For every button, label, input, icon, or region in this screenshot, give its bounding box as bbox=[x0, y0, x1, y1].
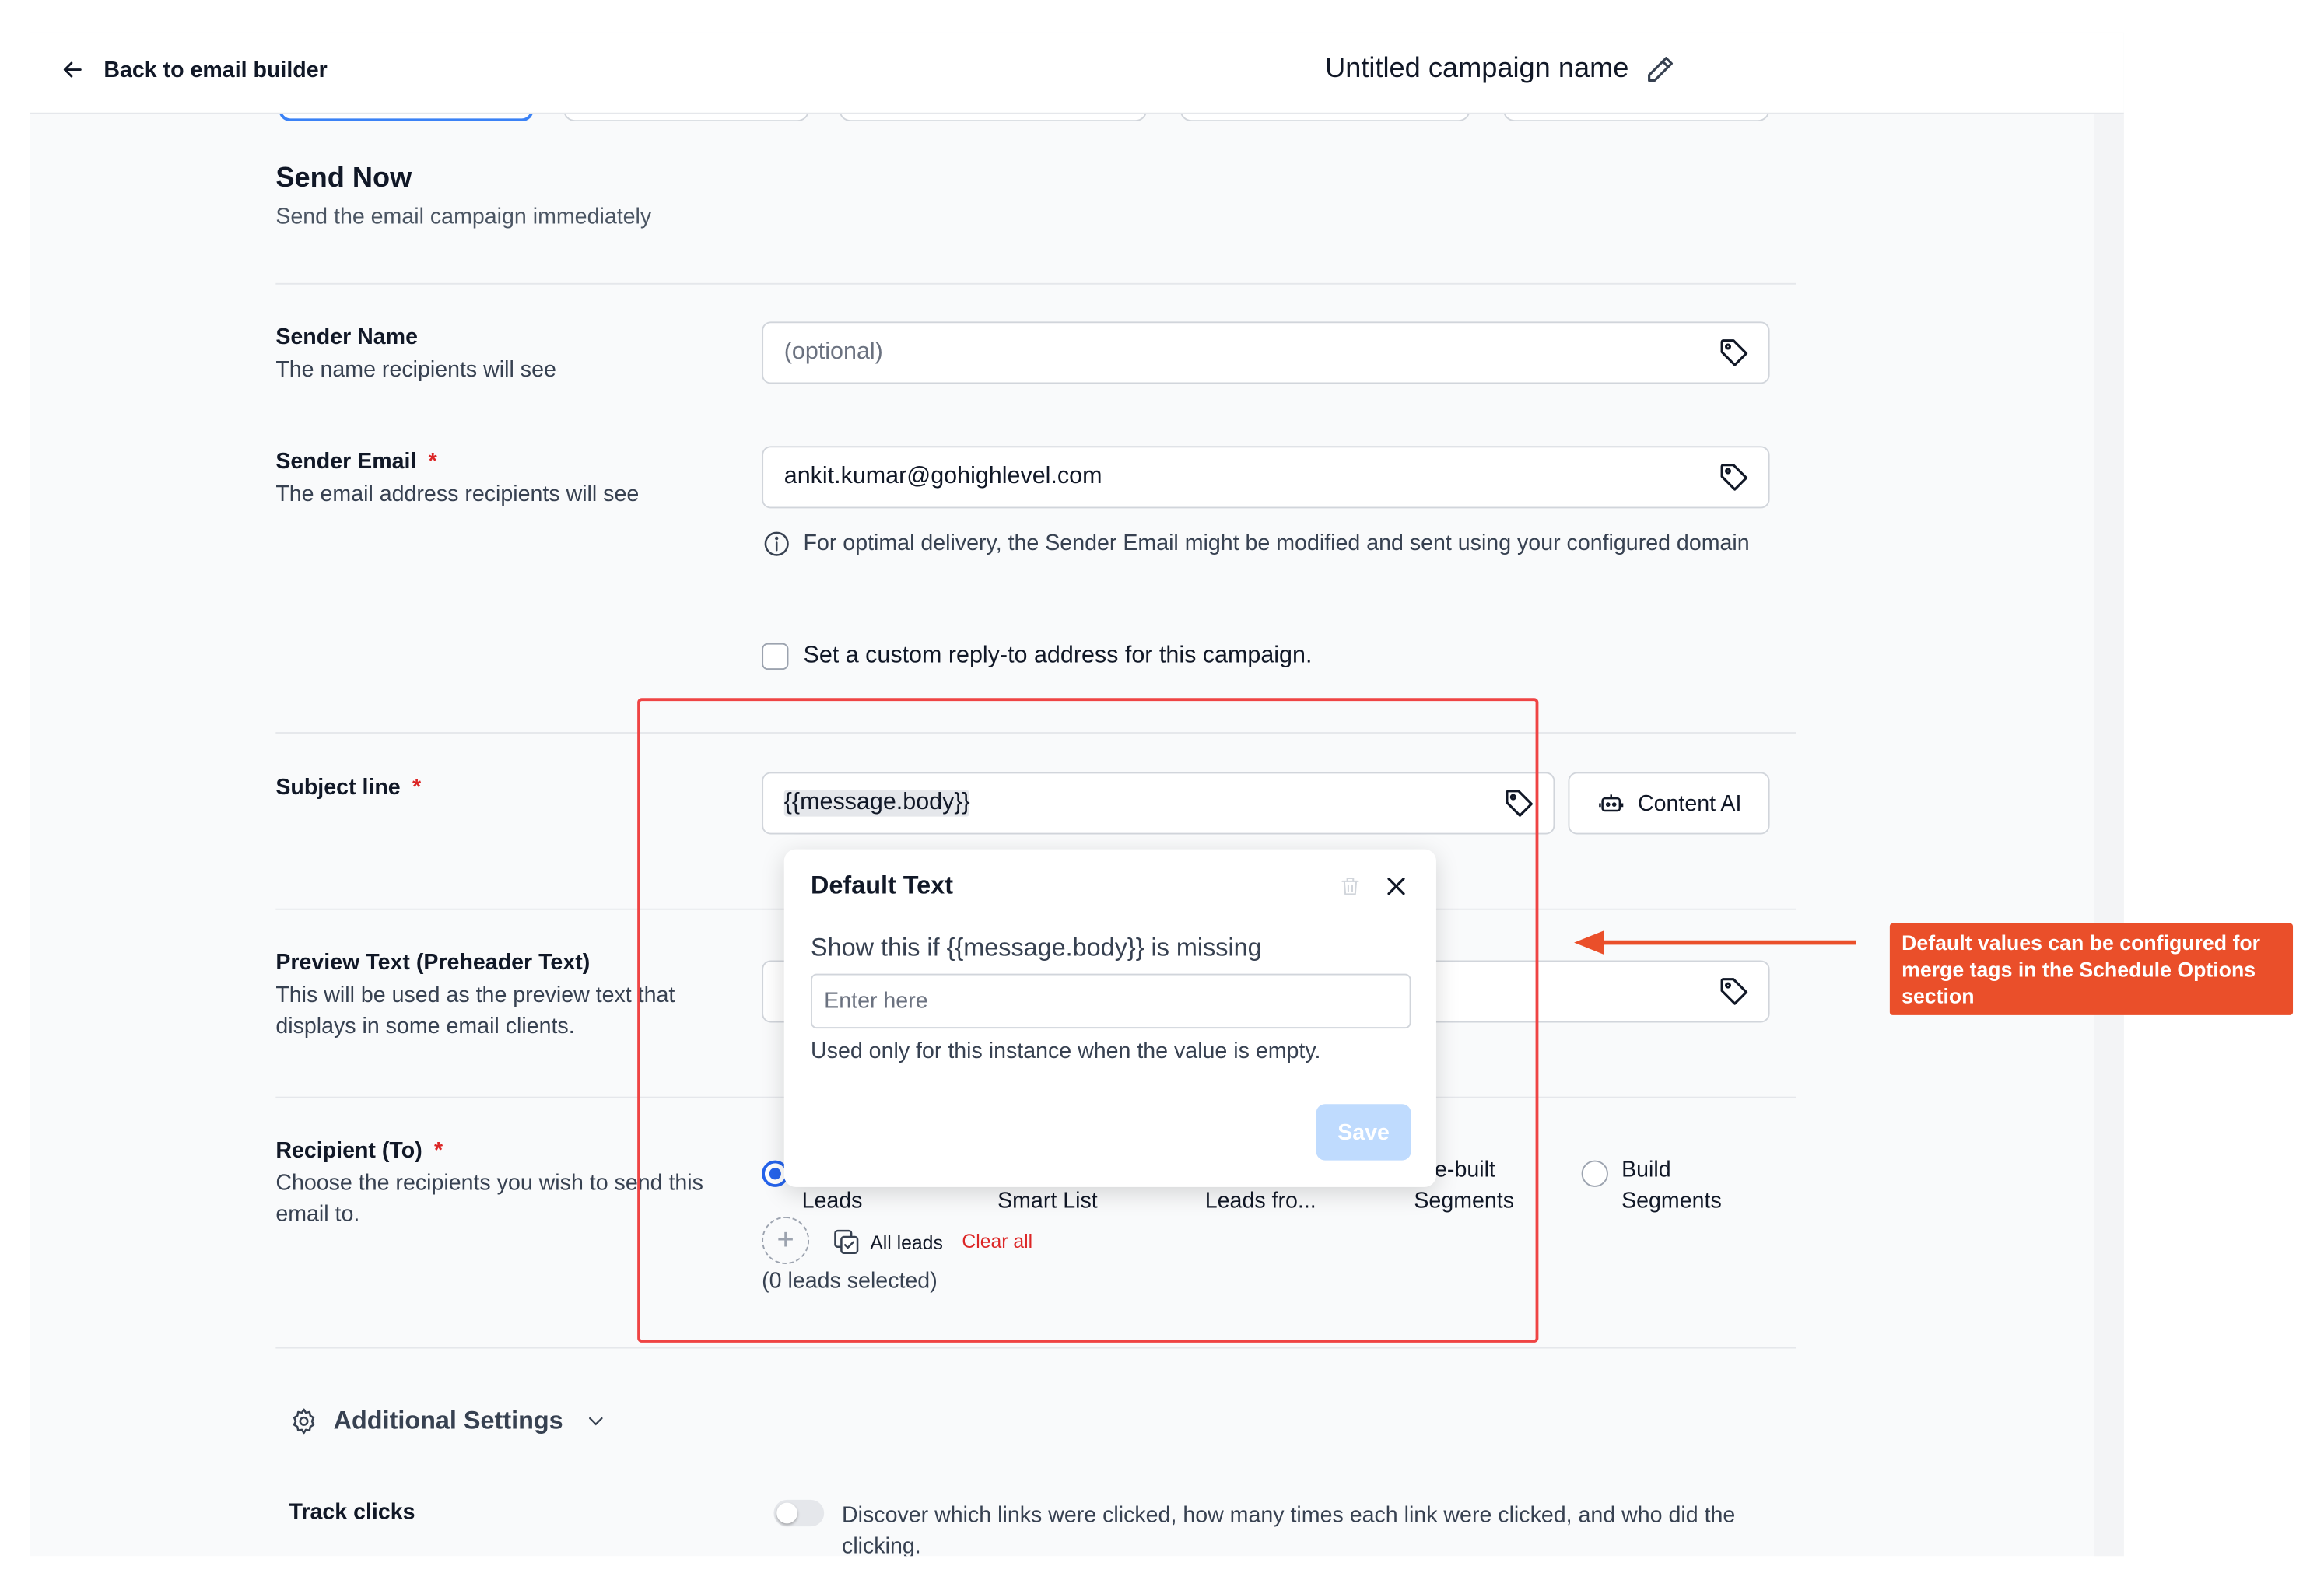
tag-icon[interactable] bbox=[1718, 461, 1751, 493]
save-button[interactable]: Save bbox=[1316, 1104, 1411, 1161]
recipient-label-text: Recipient (To) bbox=[275, 1138, 422, 1164]
tag-icon[interactable] bbox=[1503, 787, 1536, 820]
subject-value: {{message.body}} bbox=[783, 790, 970, 817]
divider bbox=[275, 732, 1796, 734]
subject-label-text: Subject line bbox=[275, 775, 401, 801]
sender-email-info: For optimal delivery, the Sender Email m… bbox=[762, 527, 1769, 559]
back-label: Back to email builder bbox=[103, 57, 328, 82]
preview-text-help: This will be used as the preview text th… bbox=[275, 983, 675, 1039]
additional-settings-toggle[interactable]: Additional Settings bbox=[289, 1407, 607, 1436]
sender-email-input[interactable]: ankit.kumar@gohighlevel.com bbox=[762, 446, 1770, 509]
sender-name-label-text: Sender Name bbox=[275, 324, 418, 350]
robot-icon bbox=[1599, 794, 1624, 812]
info-icon bbox=[764, 531, 789, 556]
required-mark: * bbox=[433, 1138, 443, 1164]
track-clicks-description: Discover which links were clicked, how m… bbox=[842, 1502, 1736, 1557]
sender-name-input[interactable]: (optional) bbox=[762, 321, 1770, 384]
add-leads-button[interactable]: + bbox=[762, 1217, 810, 1264]
recipient-help: Choose the recipients you wish to send t… bbox=[275, 1170, 703, 1228]
build-line2: Segments bbox=[1621, 1188, 1722, 1214]
additional-settings-title: Additional Settings bbox=[333, 1406, 563, 1435]
preview-text-label-text: Preview Text (Preheader Text) bbox=[275, 950, 591, 976]
screenshot-canvas: Back to email builder Untitled campaign … bbox=[0, 0, 2324, 1587]
clear-all-link[interactable]: Clear all bbox=[962, 1230, 1032, 1252]
popover-question: Show this if {{message.body}} is missing bbox=[811, 934, 1262, 962]
track-clicks-label: Track clicks bbox=[289, 1499, 415, 1526]
subject-line-input[interactable]: {{message.body}} bbox=[762, 772, 1555, 835]
arrow-left-icon bbox=[63, 61, 82, 78]
content-ai-label: Content AI bbox=[1637, 790, 1742, 816]
top-bar: Back to email builder Untitled campaign … bbox=[30, 32, 2124, 114]
build-line1: Build bbox=[1621, 1157, 1671, 1183]
sender-email-label: Sender Email * bbox=[275, 449, 436, 474]
schedule-options-page: Back to email builder Untitled campaign … bbox=[30, 32, 2124, 1557]
reply-to-label: Set a custom reply-to address for this c… bbox=[803, 643, 1313, 669]
radio-leads-from-label: Leads fro... bbox=[1204, 1188, 1316, 1214]
sender-email-label-text: Sender Email bbox=[275, 449, 417, 475]
divider bbox=[275, 1347, 1796, 1349]
all-leads-chip[interactable]: All leads bbox=[832, 1227, 943, 1256]
campaign-title: Untitled campaign name bbox=[1325, 54, 1676, 86]
reply-to-row: Set a custom reply-to address for this c… bbox=[762, 643, 1313, 671]
content-ai-button[interactable]: Content AI bbox=[1568, 772, 1770, 835]
send-now-title: Send Now bbox=[275, 163, 412, 194]
popover-title: Default Text bbox=[811, 871, 954, 900]
sender-name-label: Sender Name bbox=[275, 324, 418, 349]
annotation-callout: Default values can be configured for mer… bbox=[1889, 923, 2294, 1015]
send-now-subtitle: Send the email campaign immediately bbox=[275, 204, 652, 230]
default-text-input[interactable] bbox=[811, 973, 1411, 1029]
prebuilt-line2: Segments bbox=[1414, 1188, 1515, 1214]
reply-to-checkbox[interactable] bbox=[762, 643, 789, 671]
pencil-icon[interactable] bbox=[1643, 54, 1676, 86]
checklist-icon bbox=[834, 1229, 859, 1254]
all-leads-label: All leads bbox=[870, 1231, 943, 1253]
gear-icon bbox=[293, 1408, 315, 1435]
track-clicks-toggle[interactable] bbox=[773, 1499, 825, 1527]
radio-build-segments[interactable] bbox=[1581, 1160, 1608, 1187]
required-mark: * bbox=[428, 449, 437, 475]
leads-selected-count: (0 leads selected) bbox=[762, 1268, 938, 1294]
sender-email-help: The email address recipients will see bbox=[275, 482, 640, 507]
chevron-down-icon bbox=[588, 1417, 603, 1426]
preview-text-label: Preview Text (Preheader Text) bbox=[275, 950, 590, 975]
plus-icon: + bbox=[776, 1223, 794, 1256]
default-text-popover: Default Text Show this if {{message.body… bbox=[783, 849, 1436, 1187]
recipient-label: Recipient (To) * bbox=[275, 1138, 443, 1163]
close-icon[interactable] bbox=[1381, 871, 1411, 901]
campaign-name: Untitled campaign name bbox=[1325, 53, 1629, 85]
sender-name-placeholder: (optional) bbox=[783, 339, 883, 365]
radio-build-segments-label: Build Segments bbox=[1621, 1154, 1722, 1217]
tag-icon[interactable] bbox=[1718, 975, 1751, 1007]
back-to-email-builder-button[interactable]: Back to email builder bbox=[59, 56, 328, 82]
tag-icon[interactable] bbox=[1718, 336, 1751, 369]
radio-smart-list-label: Smart List bbox=[997, 1188, 1098, 1214]
subject-line-label: Subject line * bbox=[275, 775, 421, 800]
radio-leads-label: Leads bbox=[801, 1188, 863, 1214]
divider bbox=[275, 282, 1796, 285]
scrollbar[interactable] bbox=[2094, 32, 2124, 1557]
annotation-arrow bbox=[1574, 930, 1856, 955]
sender-email-value: ankit.kumar@gohighlevel.com bbox=[783, 464, 1102, 489]
trash-icon[interactable] bbox=[1338, 873, 1362, 899]
popover-hint: Used only for this instance when the val… bbox=[811, 1039, 1321, 1064]
sender-email-info-text: For optimal delivery, the Sender Email m… bbox=[803, 530, 1750, 556]
required-mark: * bbox=[412, 775, 422, 801]
sender-name-help: The name recipients will see bbox=[275, 357, 556, 383]
